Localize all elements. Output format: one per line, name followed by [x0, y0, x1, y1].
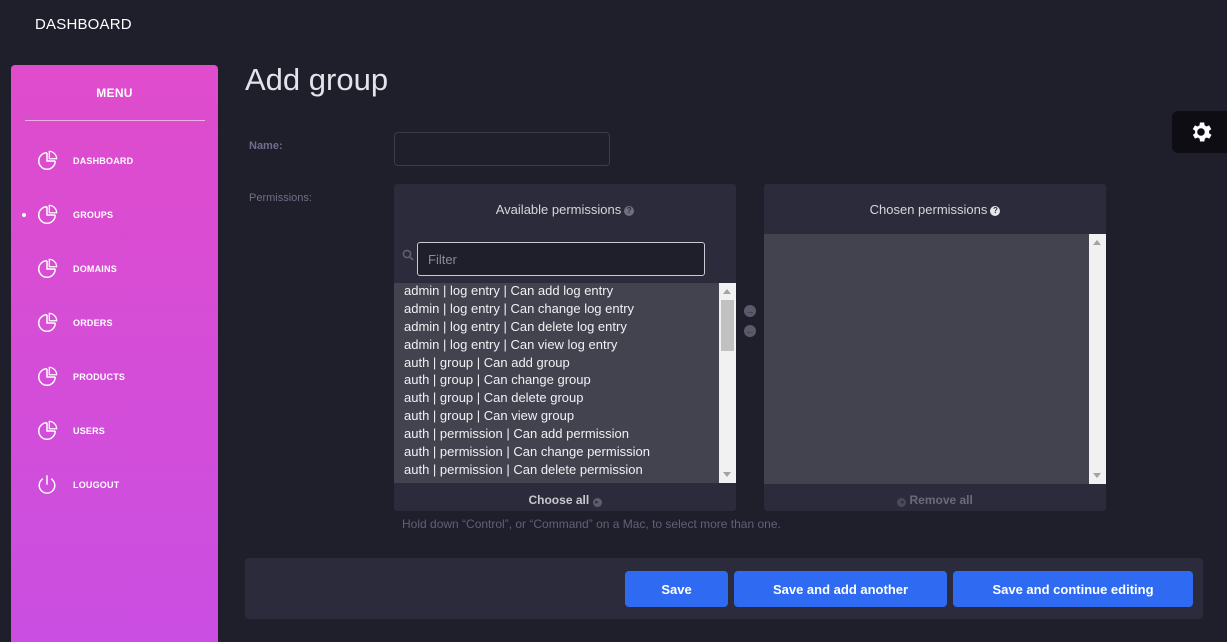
sidebar-item-label: GROUPS	[73, 210, 114, 220]
list-item[interactable]: admin | log entry | Can view log entry	[404, 337, 617, 352]
list-item[interactable]: auth | permission | Can delete permissio…	[404, 462, 643, 477]
list-item[interactable]: auth | permission | Can change permissio…	[404, 444, 650, 459]
sidebar-item-dashboard[interactable]: DASHBOARD	[11, 146, 218, 176]
arrow-right-circle-icon: ▸	[592, 498, 602, 507]
sidebar-item-groups[interactable]: GROUPS	[11, 200, 218, 230]
chosen-permissions-title: Chosen permissions?	[764, 202, 1106, 217]
brand-link[interactable]: DASHBOARD	[35, 16, 132, 33]
menu-divider	[25, 120, 205, 121]
sidebar-item-label: DOMAINS	[73, 264, 117, 274]
gear-icon	[1192, 122, 1212, 142]
save-and-continue-button[interactable]: Save and continue editing	[953, 571, 1193, 607]
pie-chart-icon	[38, 258, 58, 278]
sidebar-item-label: DASHBOARD	[73, 156, 134, 166]
scroll-down-icon[interactable]	[1093, 473, 1101, 478]
list-item[interactable]: auth | group | Can add group	[404, 355, 570, 370]
remove-all-link[interactable]: ◂ Remove all	[764, 493, 1106, 507]
sidebar-item-domains[interactable]: DOMAINS	[11, 254, 218, 284]
arrow-left-icon: ←	[745, 326, 755, 336]
sidebar-item-orders[interactable]: ORDERS	[11, 308, 218, 338]
chosen-permissions-panel: Chosen permissions? ◂ Remove all	[764, 184, 1106, 511]
sidebar-item-users[interactable]: USERS	[11, 416, 218, 446]
save-and-add-another-button[interactable]: Save and add another	[734, 571, 947, 607]
list-item[interactable]: auth | group | Can view group	[404, 408, 574, 423]
permissions-filter-input[interactable]	[417, 242, 705, 276]
sidebar-item-label: USERS	[73, 426, 106, 436]
scroll-up-icon[interactable]	[1093, 240, 1101, 245]
sidebar: MENU DASHBOARD GROUPS DOMAINS ORDERS PRO…	[11, 65, 218, 642]
permissions-label: Permissions:	[249, 192, 312, 204]
available-permissions-title: Available permissions?	[394, 202, 736, 217]
sidebar-item-label: PRODUCTS	[73, 372, 126, 382]
list-item[interactable]: auth | group | Can delete group	[404, 390, 584, 405]
add-selected-button[interactable]: →	[744, 305, 756, 317]
chosen-permissions-list[interactable]	[764, 234, 1106, 484]
help-icon: ?	[624, 206, 635, 216]
pie-chart-icon	[38, 420, 58, 440]
submit-row: Save Save and add another Save and conti…	[245, 558, 1203, 619]
sidebar-item-label: ORDERS	[73, 318, 113, 328]
arrow-left-circle-icon: ◂	[897, 498, 907, 507]
scrollbar-thumb[interactable]	[721, 300, 734, 351]
remove-selected-button[interactable]: ←	[744, 325, 756, 337]
power-icon	[38, 475, 56, 494]
list-item[interactable]: admin | log entry | Can delete log entry	[404, 319, 627, 334]
available-permissions-list[interactable]: admin | log entry | Can add log entry ad…	[394, 283, 736, 483]
name-input[interactable]	[394, 132, 610, 166]
save-button[interactable]: Save	[625, 571, 728, 607]
page-title: Add group	[245, 62, 389, 97]
choose-all-link[interactable]: Choose all ▸	[394, 493, 736, 507]
pie-chart-icon	[38, 150, 58, 170]
scrollbar[interactable]	[719, 283, 736, 483]
scrollbar[interactable]	[1089, 234, 1106, 484]
pie-chart-icon	[38, 312, 58, 332]
sidebar-item-products[interactable]: PRODUCTS	[11, 362, 218, 392]
sidebar-item-label: LOUGOUT	[73, 480, 120, 490]
search-icon	[402, 249, 414, 261]
pie-chart-icon	[38, 204, 58, 224]
menu-title: MENU	[96, 86, 133, 100]
arrow-right-icon: →	[745, 306, 755, 316]
help-text: Hold down “Control”, or “Command” on a M…	[402, 517, 781, 531]
scroll-up-icon[interactable]	[723, 289, 731, 294]
list-item[interactable]: auth | permission | Can add permission	[404, 426, 629, 441]
active-indicator	[22, 213, 26, 217]
sidebar-item-logout[interactable]: LOUGOUT	[11, 470, 218, 500]
list-item[interactable]: admin | log entry | Can change log entry	[404, 301, 634, 316]
settings-button[interactable]	[1172, 111, 1227, 153]
top-bar: DASHBOARD	[0, 0, 1227, 50]
scroll-down-icon[interactable]	[723, 472, 731, 477]
pie-chart-icon	[38, 366, 58, 386]
list-item[interactable]: auth | group | Can change group	[404, 372, 591, 387]
name-label: Name:	[249, 140, 283, 152]
available-permissions-panel: Available permissions? admin | log entry…	[394, 184, 736, 511]
list-item[interactable]: admin | log entry | Can add log entry	[404, 283, 613, 298]
help-icon: ?	[990, 206, 1001, 216]
